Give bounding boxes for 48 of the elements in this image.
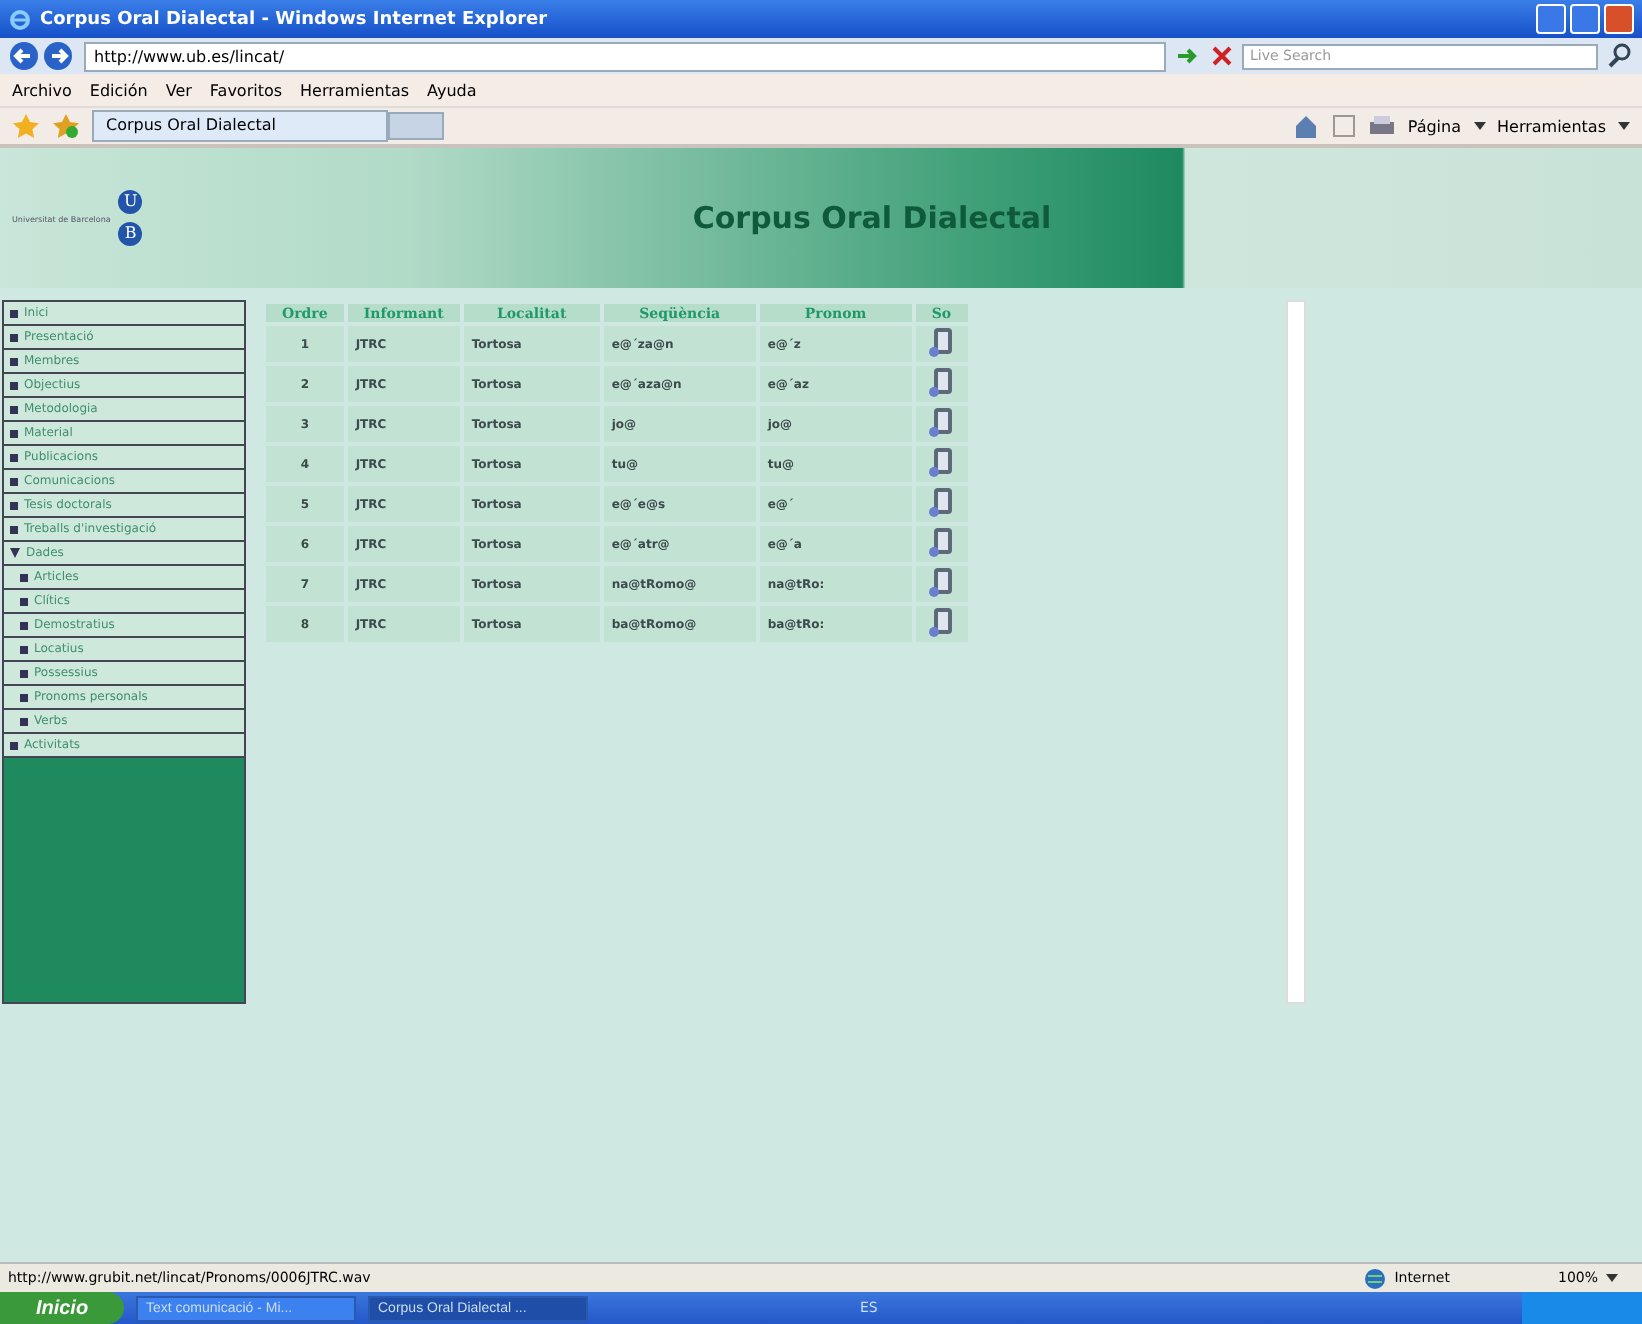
logo-letter: U [118,190,143,214]
system-tray [1522,1292,1642,1324]
menu-item[interactable]: Archivo [12,81,72,99]
page-menu[interactable]: Página [1407,117,1461,135]
feeds-icon[interactable] [1331,114,1356,138]
banner-title: Corpus Oral Dialectal [690,198,1054,240]
dropdown-icon[interactable] [1473,122,1485,130]
close-button[interactable] [1604,4,1634,34]
tools-menu[interactable]: Herramientas [1497,117,1606,135]
menu-item[interactable]: Herramientas [300,81,410,99]
menu-item[interactable]: Favoritos [209,81,283,99]
logo-letter: B [118,222,143,246]
speaker-icon[interactable] [927,366,956,398]
bullet-icon [20,717,28,725]
star-icon[interactable] [12,112,40,140]
address-field[interactable]: http://www.ub.es/lincat/ [84,41,1166,71]
add-favorite-icon[interactable] [52,112,80,140]
refresh-icon[interactable] [1174,44,1202,68]
speaker-icon[interactable] [927,406,956,438]
minimize-button[interactable] [1536,4,1566,34]
bullet-icon [20,597,28,605]
home-icon[interactable] [1291,112,1320,140]
speaker-icon[interactable] [927,486,956,518]
globe-icon [1364,1267,1387,1289]
speaker-icon[interactable] [927,606,956,638]
window-title: Corpus Oral Dialectal - Windows Internet Explorer [40,9,550,29]
bullet-icon [20,645,28,653]
menu-item[interactable]: Ayuda [427,81,477,99]
speaker-icon[interactable] [927,326,956,358]
back-forward-icon[interactable] [8,40,76,72]
maximize-button[interactable] [1570,4,1600,34]
search-icon[interactable] [1606,42,1634,70]
browser-icon [8,7,32,31]
bullet-icon [20,573,28,581]
speaker-icon[interactable] [927,566,956,598]
menu-item[interactable]: Edición [89,81,148,99]
dropdown-icon[interactable] [1618,122,1630,130]
stop-icon[interactable] [1210,44,1234,68]
menu-item[interactable]: Ver [165,81,192,99]
speaker-icon[interactable] [927,446,956,478]
print-icon[interactable] [1367,114,1396,138]
dropdown-icon[interactable] [1606,1274,1618,1282]
bullet-icon [20,669,28,677]
bullet-icon [20,621,28,629]
start-button[interactable]: Inicio [0,1292,124,1324]
speaker-icon[interactable] [927,526,956,558]
bullet-icon [20,693,28,701]
browser-tab[interactable]: Corpus Oral Dialectal [92,110,388,142]
